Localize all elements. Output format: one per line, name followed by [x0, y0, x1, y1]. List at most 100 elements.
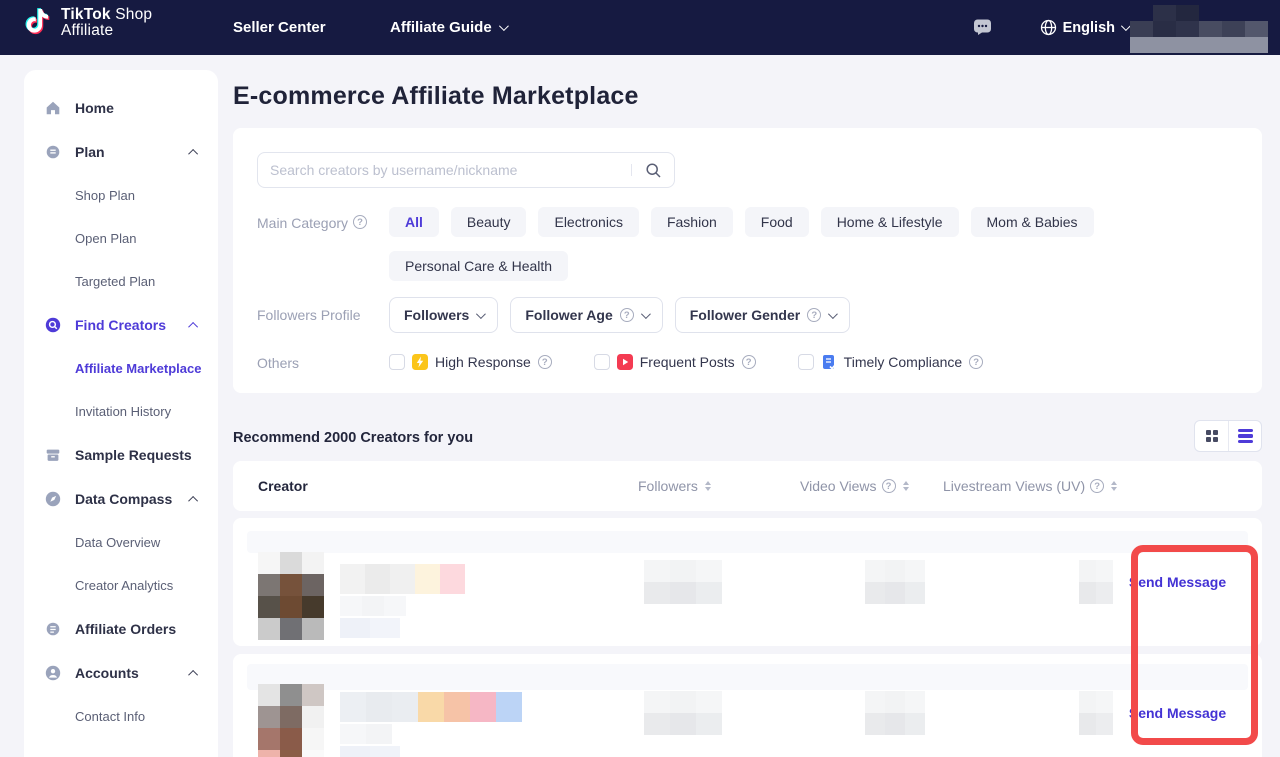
table-header: Creator Followers Video Views ? Livestre…	[233, 461, 1262, 511]
send-message-button[interactable]: Send Message	[1129, 705, 1226, 721]
sidebar: Home Plan Shop Plan Open Plan Targeted P…	[24, 70, 218, 757]
filters-card: Main Category ? All Beauty Electronics F…	[233, 128, 1262, 393]
category-chip-beauty[interactable]: Beauty	[451, 207, 527, 237]
view-toggle	[1194, 420, 1262, 452]
category-chip-all[interactable]: All	[389, 207, 439, 237]
main-category-row: Main Category ? All Beauty Electronics F…	[257, 207, 1238, 281]
timely-compliance-checkbox[interactable]: Timely Compliance ?	[798, 354, 984, 370]
sidebar-item-sample-requests[interactable]: Sample Requests	[24, 433, 218, 477]
recommend-bar: Recommend 2000 Creators for you	[233, 415, 1262, 461]
recommend-text: Recommend 2000 Creators for you	[233, 430, 473, 446]
sidebar-item-open-plan[interactable]: Open Plan	[24, 217, 218, 260]
list-icon	[1238, 429, 1253, 444]
category-chip-fashion[interactable]: Fashion	[651, 207, 733, 237]
chevron-down-icon	[499, 21, 509, 31]
creator-search	[257, 152, 675, 188]
list-view-button[interactable]	[1228, 421, 1261, 451]
find-creators-icon	[44, 316, 62, 334]
sidebar-item-shop-plan[interactable]: Shop Plan	[24, 174, 218, 217]
creator-row: Send Message	[233, 654, 1262, 757]
follower-age-dropdown[interactable]: Follower Age ?	[510, 297, 662, 333]
nav-affiliate-guide[interactable]: Affiliate Guide	[390, 0, 506, 55]
category-chip-food[interactable]: Food	[745, 207, 809, 237]
chevron-down-icon	[641, 309, 651, 319]
sample-box-icon	[44, 446, 62, 464]
livestream-views-value-redacted	[943, 691, 1118, 735]
high-response-checkbox[interactable]: High Response ?	[389, 354, 552, 370]
followers-value-redacted	[613, 691, 733, 735]
search-icon[interactable]	[632, 162, 674, 179]
sort-icon	[903, 481, 909, 491]
message-icon[interactable]	[973, 18, 992, 36]
sidebar-item-data-compass[interactable]: Data Compass	[24, 477, 218, 521]
brand-text: TikTok Shop Affiliate	[61, 7, 152, 39]
followers-dropdown[interactable]: Followers	[389, 297, 498, 333]
help-icon: ?	[882, 479, 896, 493]
sidebar-item-data-overview[interactable]: Data Overview	[24, 521, 218, 564]
sidebar-item-plan[interactable]: Plan	[24, 130, 218, 174]
checkbox[interactable]	[798, 354, 814, 370]
sidebar-item-contact-info[interactable]: Contact Info	[24, 695, 218, 738]
sidebar-item-find-creators[interactable]: Find Creators	[24, 303, 218, 347]
accounts-icon	[44, 664, 62, 682]
column-creator: Creator	[258, 478, 613, 494]
help-icon[interactable]: ?	[538, 355, 552, 369]
help-icon: ?	[807, 308, 821, 322]
sort-icon	[1111, 481, 1117, 491]
send-message-button[interactable]: Send Message	[1129, 574, 1226, 590]
frequent-posts-checkbox[interactable]: Frequent Posts ?	[594, 354, 756, 370]
sort-icon	[705, 481, 711, 491]
help-icon[interactable]: ?	[353, 215, 367, 229]
sidebar-item-creator-analytics[interactable]: Creator Analytics	[24, 564, 218, 607]
category-chip-home-lifestyle[interactable]: Home & Lifestyle	[821, 207, 959, 237]
video-views-value-redacted	[733, 691, 943, 735]
top-navbar: TikTok Shop Affiliate Seller Center Affi…	[0, 0, 1280, 55]
category-chip-personal-care[interactable]: Personal Care & Health	[389, 251, 568, 281]
help-icon: ?	[620, 308, 634, 322]
others-label: Others	[257, 347, 389, 371]
sidebar-item-accounts[interactable]: Accounts	[24, 651, 218, 695]
doc-check-icon	[821, 354, 837, 370]
chevron-down-icon	[828, 309, 838, 319]
plan-icon	[44, 143, 62, 161]
sidebar-item-home[interactable]: Home	[24, 86, 218, 130]
video-icon	[617, 354, 633, 370]
language-selector[interactable]: English	[1040, 0, 1128, 55]
nav-seller-center[interactable]: Seller Center	[233, 0, 326, 55]
column-video-views[interactable]: Video Views ?	[733, 478, 943, 494]
category-chip-mom-babies[interactable]: Mom & Babies	[971, 207, 1094, 237]
help-icon[interactable]: ?	[969, 355, 983, 369]
checkbox[interactable]	[389, 354, 405, 370]
grid-view-button[interactable]	[1195, 421, 1228, 451]
avatar	[258, 684, 324, 757]
livestream-views-value-redacted	[943, 560, 1118, 604]
tiktok-shop-affiliate-logo[interactable]: TikTok Shop Affiliate	[24, 7, 152, 39]
sidebar-item-affiliate-orders[interactable]: Affiliate Orders	[24, 607, 218, 651]
compass-icon	[44, 490, 62, 508]
orders-icon	[44, 620, 62, 638]
home-icon	[44, 99, 62, 117]
follower-gender-dropdown[interactable]: Follower Gender ?	[675, 297, 850, 333]
checkbox[interactable]	[594, 354, 610, 370]
creator-name-redacted	[340, 552, 465, 640]
followers-profile-row: Followers Profile Followers Follower Age…	[257, 297, 1238, 333]
sidebar-item-invitation-history[interactable]: Invitation History	[24, 390, 218, 433]
grid-icon	[1206, 430, 1218, 442]
main-content: E-commerce Affiliate Marketplace Main Ca…	[233, 55, 1262, 757]
user-account-redacted[interactable]	[1130, 5, 1268, 53]
avatar	[258, 552, 324, 640]
help-icon[interactable]: ?	[742, 355, 756, 369]
others-row: Others High Response ? Frequent Posts	[257, 347, 1238, 371]
search-input[interactable]	[258, 162, 631, 178]
page-title: E-commerce Affiliate Marketplace	[233, 82, 639, 111]
column-followers[interactable]: Followers	[613, 478, 733, 494]
globe-icon	[1040, 19, 1057, 36]
sidebar-item-targeted-plan[interactable]: Targeted Plan	[24, 260, 218, 303]
followers-profile-label: Followers Profile	[257, 297, 389, 333]
sidebar-item-affiliate-marketplace[interactable]: Affiliate Marketplace	[24, 347, 218, 390]
category-chip-electronics[interactable]: Electronics	[538, 207, 638, 237]
creator-name-redacted	[340, 684, 522, 757]
creator-row: Send Message	[233, 518, 1262, 646]
column-livestream-views[interactable]: Livestream Views (UV) ?	[943, 478, 1118, 494]
creator-cell-redacted	[258, 654, 613, 757]
